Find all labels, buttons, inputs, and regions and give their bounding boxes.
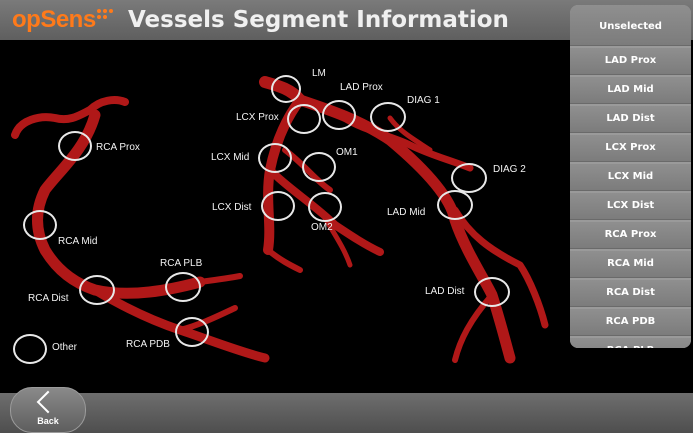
segment-option-rca-pdb[interactable]: RCA PDB: [570, 309, 691, 336]
segment-rca-prox-marker[interactable]: [58, 131, 92, 161]
segment-option-unselected[interactable]: Unselected: [570, 5, 691, 46]
segment-option-lcx-dist[interactable]: LCX Dist: [570, 193, 691, 220]
segment-rca-pdb-marker[interactable]: [175, 317, 209, 347]
segment-option-rca-dist[interactable]: RCA Dist: [570, 280, 691, 307]
label-rca-pdb: RCA PDB: [126, 339, 170, 350]
label-lcx-mid: LCX Mid: [211, 152, 250, 163]
segment-diag1-marker[interactable]: [370, 102, 406, 132]
segment-om1-marker[interactable]: [302, 152, 336, 182]
segment-option-rca-mid[interactable]: RCA Mid: [570, 251, 691, 278]
page-title: Vessels Segment Information: [128, 7, 509, 33]
segment-om2-marker[interactable]: [308, 192, 342, 222]
segment-option-rca-prox[interactable]: RCA Prox: [570, 222, 691, 249]
label-rca-prox: RCA Prox: [96, 142, 140, 153]
label-lad-dist: LAD Dist: [425, 286, 465, 297]
label-om2: OM2: [311, 222, 333, 233]
label-lad-prox: LAD Prox: [340, 82, 383, 93]
segment-option-lad-prox[interactable]: LAD Prox: [570, 48, 691, 75]
segment-rca-mid-marker[interactable]: [23, 210, 57, 240]
label-lcx-prox: LCX Prox: [236, 112, 279, 123]
label-rca-dist: RCA Dist: [28, 293, 69, 304]
label-lcx-dist: LCX Dist: [212, 202, 252, 213]
segment-lad-dist-marker[interactable]: [474, 277, 510, 307]
segment-lad-mid-marker[interactable]: [437, 190, 473, 220]
segment-lcx-prox-marker[interactable]: [287, 104, 321, 134]
segment-option-lad-dist[interactable]: LAD Dist: [570, 106, 691, 133]
segment-option-rca-plb[interactable]: RCA PLB: [570, 338, 691, 348]
segment-rca-plb-marker[interactable]: [165, 272, 201, 302]
segment-rca-dist-marker[interactable]: [79, 275, 115, 305]
coronary-diagram: LM LAD Prox DIAG 1 LCX Prox LCX Mid OM1 …: [0, 40, 575, 393]
label-other: Other: [52, 342, 78, 353]
segment-other-marker[interactable]: [13, 334, 47, 364]
chevron-left-icon: [36, 390, 60, 414]
segment-lcx-mid-marker[interactable]: [258, 143, 292, 173]
label-rca-mid: RCA Mid: [58, 236, 98, 247]
segment-option-lcx-mid[interactable]: LCX Mid: [570, 164, 691, 191]
opsens-logo: opSens: [12, 6, 96, 33]
segment-list-panel[interactable]: Unselected LAD Prox LAD Mid LAD Dist LCX…: [570, 5, 691, 348]
segment-option-lcx-prox[interactable]: LCX Prox: [570, 135, 691, 162]
back-button-label: Back: [37, 416, 59, 426]
label-lm: LM: [312, 68, 326, 79]
segment-lcx-dist-marker[interactable]: [261, 191, 295, 221]
label-om1: OM1: [336, 147, 358, 158]
label-diag1: DIAG 1: [407, 95, 440, 106]
label-rca-plb: RCA PLB: [160, 258, 203, 269]
segment-lm-marker[interactable]: [271, 75, 301, 103]
back-button[interactable]: Back: [10, 387, 86, 433]
logo-dots-icon: [97, 9, 113, 21]
segment-option-lad-mid[interactable]: LAD Mid: [570, 77, 691, 104]
label-lad-mid: LAD Mid: [387, 207, 426, 218]
segment-lad-prox-marker[interactable]: [322, 100, 356, 130]
footer-bar: Back: [0, 387, 693, 433]
label-diag2: DIAG 2: [493, 164, 526, 175]
segment-diag2-marker[interactable]: [451, 163, 487, 193]
